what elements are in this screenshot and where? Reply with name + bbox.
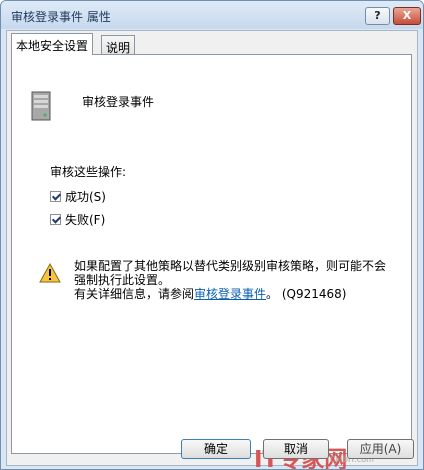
failure-option[interactable]: 失败(F) [50,211,105,228]
warning-line2-prefix: 有关详细信息，请参阅 [74,287,195,301]
tab-panel: 审核登录事件 审核这些操作: 成功(S) 失败(F) 如果配置了其他策略以替代类… [11,54,412,469]
failure-checkbox[interactable] [50,214,61,225]
success-label: 成功(S) [65,190,106,204]
server-icon [31,91,51,121]
properties-dialog: 审核登录事件 属性 ? X 本地安全设置 说明 审核登录事件 审核这些操作: 成… [0,0,424,470]
ok-button[interactable]: 确定 [181,439,251,459]
window-title: 审核登录事件 属性 [11,10,111,24]
audit-operations-label: 审核这些操作: [50,165,127,179]
tab-explain[interactable]: 说明 [101,35,136,55]
success-checkbox[interactable] [50,191,61,202]
cancel-button[interactable]: 取消 [263,439,329,459]
help-button[interactable]: ? [365,7,390,25]
failure-label: 失败(F) [65,213,106,227]
apply-button[interactable]: 应用(A) [347,439,414,459]
close-button[interactable]: X [393,7,421,25]
warning-icon [39,263,61,283]
warning-message: 如果配置了其他策略以替代类别级别审核策略，则可能不会强制执行此设置。 有关详细信… [74,259,394,301]
title-bar: 审核登录事件 属性 ? X [1,1,423,29]
tab-local-security-setting[interactable]: 本地安全设置 [11,33,94,55]
policy-name: 审核登录事件 [82,95,155,109]
dialog-client: 本地安全设置 说明 审核登录事件 审核这些操作: 成功(S) 失败(F) 如果配… [6,30,418,469]
audit-logon-events-link[interactable]: 审核登录事件 [194,287,266,301]
warning-line2-suffix: 。 (Q921468) [266,287,347,301]
success-option[interactable]: 成功(S) [50,188,106,205]
warning-line1: 如果配置了其他策略以替代类别级别审核策略，则可能不会强制执行此设置。 [74,259,387,287]
